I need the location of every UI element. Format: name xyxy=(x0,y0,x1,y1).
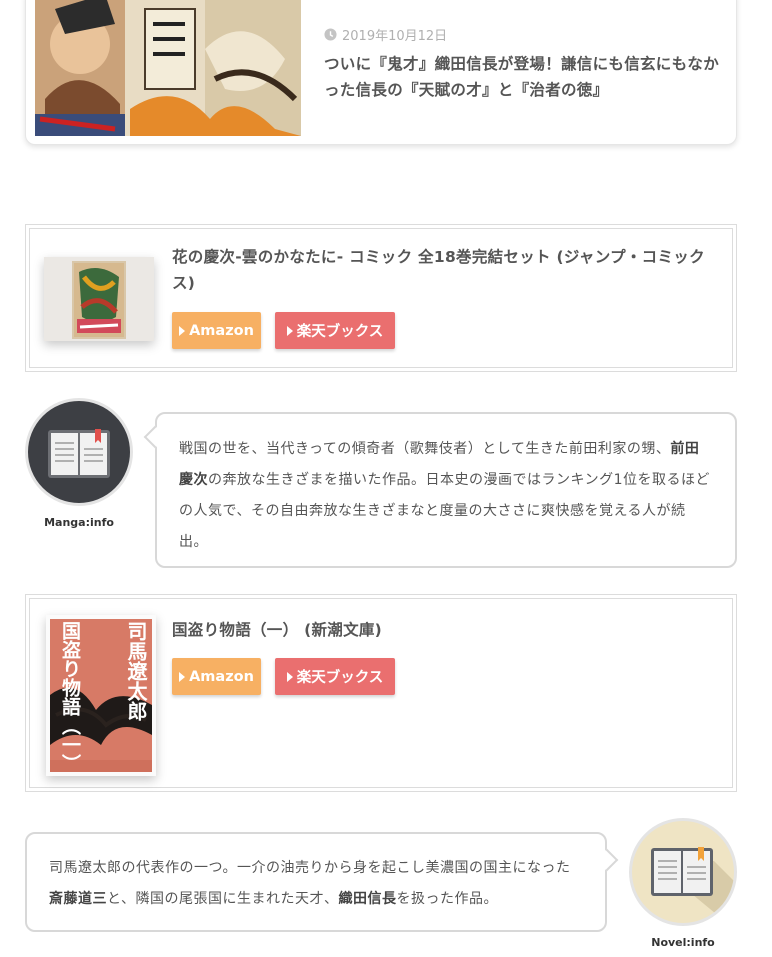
balloon-bold-text: 斎藤道三 xyxy=(49,891,107,907)
amazon-button-label: Amazon xyxy=(189,668,254,685)
rakuten-button-manga[interactable]: 楽天ブックス xyxy=(275,312,395,349)
product-box-manga: 花の慶次-雲のかなたに- コミック 全18巻完結セット (ジャンプ・コミックス)… xyxy=(25,224,737,372)
amazon-button-novel[interactable]: Amazon xyxy=(172,658,261,695)
balloon-text: の奔放な生きざまを描いた作品。日本史の漫画ではランキング1位を取るほどの人気で、… xyxy=(179,472,710,550)
product-image-manga[interactable] xyxy=(44,257,154,341)
product-title-manga[interactable]: 花の慶次-雲のかなたに- コミック 全18巻完結セット (ジャンプ・コミックス) xyxy=(172,244,724,296)
balloon-text: と、隣国の尾張国に生まれた天才、 xyxy=(107,891,339,907)
article-date: 2019年10月12日 xyxy=(324,25,447,44)
product-title-novel[interactable]: 国盗り物語（一） (新潮文庫) xyxy=(172,617,724,643)
manga-info-speaker: Manga:info xyxy=(44,516,114,529)
clock-icon xyxy=(324,28,337,41)
balloon-bold-text: 織田信長 xyxy=(338,891,397,907)
related-article-card[interactable]: 2019年10月12日 ついに『鬼才』織田信長が登場！謙信にも信玄にもなかった信… xyxy=(25,0,737,145)
rakuten-button-label: 楽天ブックス xyxy=(296,670,384,686)
product-box-inner: 司馬遼太郎 国盗り物語（一） 国盗り物語（一） (新潮文庫) Amazon 楽天… xyxy=(29,598,733,788)
play-triangle-icon xyxy=(179,325,186,336)
novel-info-speaker: Novel:info xyxy=(651,936,715,949)
balloon-text: を扱った作品。 xyxy=(396,891,498,907)
balloon-tail xyxy=(595,848,619,872)
balloon-tail xyxy=(143,425,167,449)
balloon-text: 司馬遼太郎の代表作の一つ。一介の油売りから身を起こし美濃国の国主になった xyxy=(49,860,571,876)
article-thumbnail[interactable] xyxy=(35,0,301,136)
amazon-button-manga[interactable]: Amazon xyxy=(172,312,261,349)
balloon-text: 戦国の世を、当代きっての傾奇者（歌舞伎者）として生きた前田利家の甥、 xyxy=(179,441,671,457)
product-box-inner: 花の慶次-雲のかなたに- コミック 全18巻完結セット (ジャンプ・コミックス)… xyxy=(29,228,733,368)
play-triangle-icon xyxy=(286,325,293,336)
article-date-text: 2019年10月12日 xyxy=(342,29,448,44)
play-triangle-icon xyxy=(286,671,293,682)
book-icon xyxy=(48,429,110,478)
novel-info-avatar xyxy=(629,818,737,926)
cover-author: 司馬遼太郎 xyxy=(124,621,148,721)
article-title[interactable]: ついに『鬼才』織田信長が登場！謙信にも信玄にもなかった信長の『天賦の才』と『治者… xyxy=(324,51,720,103)
novel-info-balloon: 司馬遼太郎の代表作の一つ。一介の油売りから身を起こし美濃国の国主になった斎藤道三… xyxy=(25,832,619,932)
manga-info-balloon: 戦国の世を、当代きっての傾奇者（歌舞伎者）として生きた前田利家の甥、前田慶次の奔… xyxy=(143,412,737,568)
book-icon xyxy=(651,847,734,923)
play-triangle-icon xyxy=(179,671,186,682)
cover-title: 国盗り物語（一） xyxy=(59,621,81,773)
manga-info-avatar xyxy=(25,398,133,506)
product-image-novel[interactable]: 司馬遼太郎 国盗り物語（一） xyxy=(46,615,156,776)
rakuten-button-novel[interactable]: 楽天ブックス xyxy=(275,658,395,695)
amazon-button-label: Amazon xyxy=(189,322,254,339)
product-box-novel: 司馬遼太郎 国盗り物語（一） 国盗り物語（一） (新潮文庫) Amazon 楽天… xyxy=(25,594,737,792)
rakuten-button-label: 楽天ブックス xyxy=(296,324,384,340)
